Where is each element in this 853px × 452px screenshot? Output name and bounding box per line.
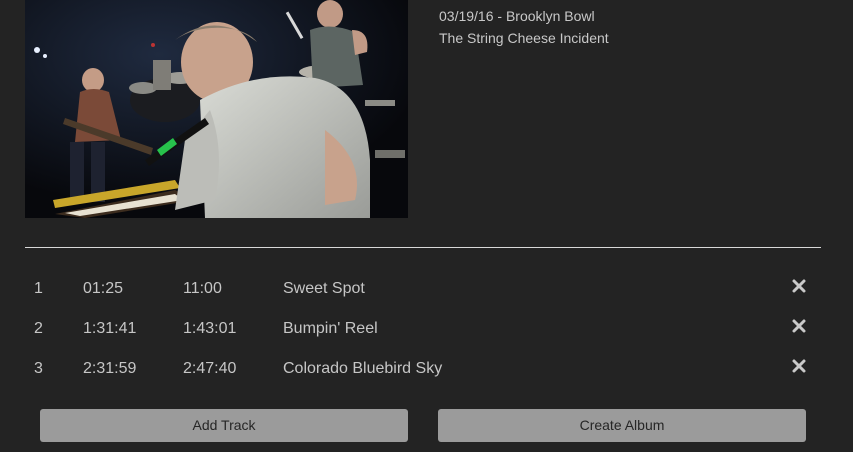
- track-title: Bumpin' Reel: [283, 320, 378, 337]
- remove-track-icon[interactable]: [791, 358, 807, 374]
- track-title: Colorado Bluebird Sky: [283, 360, 443, 377]
- track-number: 3: [34, 360, 43, 377]
- track-start-time: 01:25: [83, 280, 124, 297]
- track-end-time: 11:00: [183, 280, 222, 297]
- show-artist: The String Cheese Incident: [439, 30, 609, 46]
- track-end-time: 1:43:01: [183, 320, 237, 337]
- track-number: 1: [34, 280, 43, 297]
- video-frame: [25, 0, 408, 218]
- track-number: 2: [34, 320, 43, 337]
- divider: [25, 247, 821, 248]
- create-album-button[interactable]: Create Album: [438, 409, 806, 442]
- remove-track-icon[interactable]: [791, 278, 807, 294]
- track-start-time: 2:31:59: [83, 360, 137, 377]
- show-info: 03/19/16 - Brooklyn Bowl The String Chee…: [439, 5, 609, 49]
- remove-track-icon[interactable]: [791, 318, 807, 334]
- track-row: 1 01:25 11:00 Sweet Spot: [25, 269, 821, 309]
- video-player[interactable]: [25, 0, 408, 218]
- track-row: 3 2:31:59 2:47:40 Colorado Bluebird Sky: [25, 349, 821, 389]
- track-end-time: 2:47:40: [183, 360, 237, 377]
- show-date-venue: 03/19/16 - Brooklyn Bowl: [439, 8, 595, 24]
- track-row: 2 1:31:41 1:43:01 Bumpin' Reel: [25, 309, 821, 349]
- track-title: Sweet Spot: [283, 280, 365, 297]
- track-list: 1 01:25 11:00 Sweet Spot 2 1:31:41 1:43:…: [25, 269, 821, 389]
- add-track-button[interactable]: Add Track: [40, 409, 408, 442]
- track-start-time: 1:31:41: [83, 320, 137, 337]
